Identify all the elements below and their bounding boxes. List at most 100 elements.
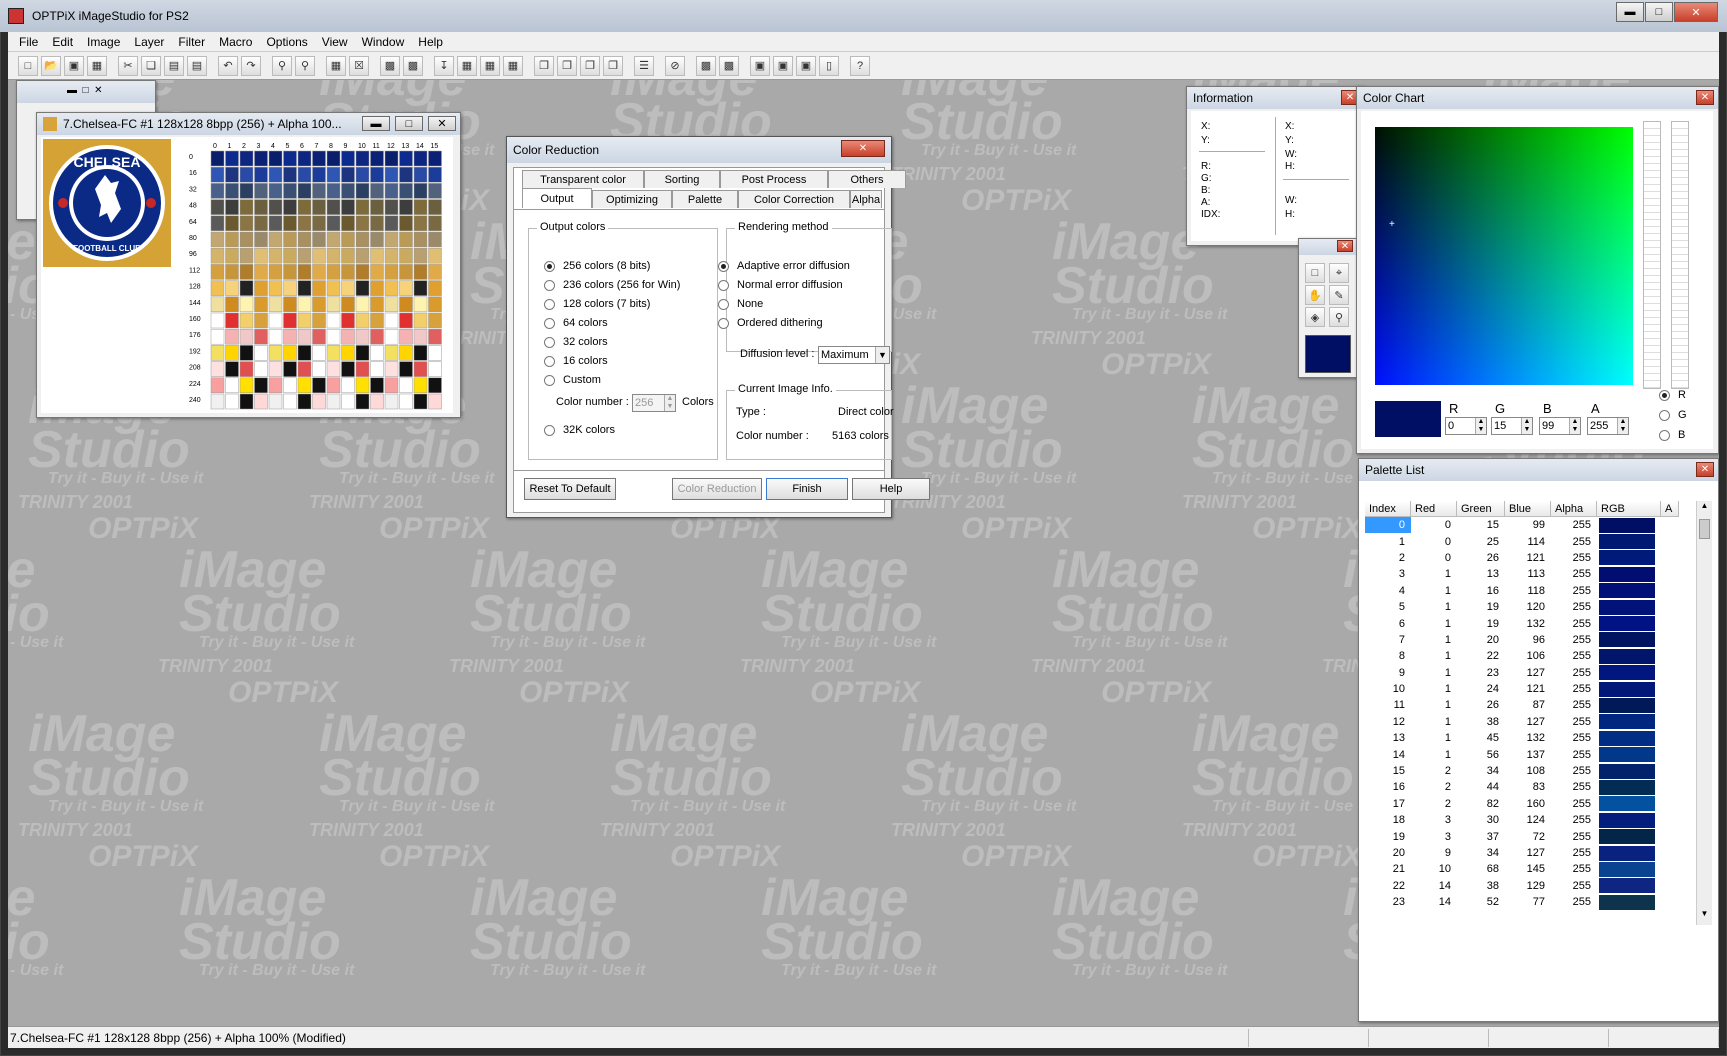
color-chart-input-g[interactable]: 15 ▲ ▼: [1491, 417, 1533, 435]
palette-cell[interactable]: [210, 361, 225, 377]
palette-cell[interactable]: [413, 377, 428, 394]
palette-cell-red[interactable]: 1: [1411, 615, 1457, 632]
color-picker-cursor[interactable]: +: [1389, 219, 1395, 230]
palette-cell-alpha[interactable]: 255: [1551, 828, 1597, 845]
palette-cell[interactable]: [225, 264, 239, 280]
palette-cell[interactable]: [283, 377, 297, 394]
radio-32k[interactable]: [544, 424, 555, 436]
palette-cell[interactable]: [254, 166, 268, 183]
palette-cell[interactable]: [225, 199, 239, 215]
palette-cell[interactable]: [326, 296, 341, 313]
radio-output-6[interactable]: [544, 374, 555, 386]
palette-cell-alpha[interactable]: 255: [1551, 680, 1597, 698]
palette-cell[interactable]: [225, 280, 239, 296]
table-row[interactable]: 22 14 38 129 255: [1365, 877, 1657, 894]
palette-cell-red[interactable]: 10: [1411, 861, 1457, 878]
image-maximize-button[interactable]: □: [395, 116, 423, 131]
palette-cell[interactable]: [384, 361, 399, 377]
palette-cell-green[interactable]: 23: [1457, 664, 1505, 681]
palette-cell[interactable]: [254, 280, 268, 296]
palette-cell-index[interactable]: 2: [1365, 549, 1411, 567]
table-row[interactable]: 17 2 82 160 255: [1365, 795, 1657, 813]
palette-cell[interactable]: [239, 247, 254, 264]
palette-cell-green[interactable]: 68: [1457, 861, 1505, 878]
palette-cell[interactable]: [341, 361, 355, 377]
option-output-5[interactable]: 16 colors: [544, 355, 608, 367]
palette-cell-green[interactable]: 13: [1457, 566, 1505, 583]
palette-cell-green[interactable]: 52: [1457, 893, 1505, 911]
palette-cell[interactable]: [225, 361, 239, 377]
device-icon[interactable]: ▯: [819, 55, 839, 76]
hand-icon[interactable]: ✋: [1305, 285, 1325, 305]
tools-close-button[interactable]: ✕: [1337, 240, 1353, 252]
palette-cell-red[interactable]: 3: [1411, 828, 1457, 845]
palette-cell[interactable]: [283, 215, 297, 232]
palette-cell[interactable]: [370, 183, 384, 199]
radio-output-1[interactable]: [544, 279, 555, 291]
menu-help[interactable]: Help: [411, 35, 450, 49]
palette-cell-alpha[interactable]: 255: [1551, 549, 1597, 567]
palette-cell-index[interactable]: 16: [1365, 779, 1411, 796]
table-row[interactable]: 16 2 44 83 255: [1365, 779, 1657, 796]
palette-cell[interactable]: [239, 377, 254, 394]
palette-cell[interactable]: [312, 296, 326, 313]
palette-cell[interactable]: [428, 247, 442, 264]
palette-cell[interactable]: [326, 361, 341, 377]
menu-image[interactable]: Image: [80, 35, 127, 49]
palette-cell[interactable]: [428, 150, 442, 167]
palette-cell[interactable]: [268, 393, 283, 410]
export3-icon[interactable]: ▦: [503, 55, 523, 76]
color-number-input[interactable]: 256 ▲ ▼: [632, 394, 676, 412]
color-chart-radio-r[interactable]: R: [1659, 389, 1686, 401]
palette-cell[interactable]: [210, 166, 225, 183]
palette-cell[interactable]: [399, 393, 413, 410]
palette-cell[interactable]: [341, 199, 355, 215]
palette-cell[interactable]: [413, 150, 428, 167]
palette-cell[interactable]: [428, 377, 442, 394]
palette-cell[interactable]: [210, 328, 225, 345]
layer-icon[interactable]: ▩: [380, 55, 400, 76]
palette-header-a[interactable]: A: [1661, 501, 1679, 517]
palette-cell[interactable]: [384, 199, 399, 215]
finish-button[interactable]: Finish: [766, 478, 848, 500]
palette-cell-index[interactable]: 19: [1365, 828, 1411, 845]
table-row[interactable]: 6 1 19 132 255: [1365, 615, 1657, 632]
palette-cell[interactable]: [355, 247, 370, 264]
palette-cell[interactable]: [428, 166, 442, 183]
palette-scrollbar[interactable]: ▲ ▼: [1696, 501, 1712, 925]
export-icon[interactable]: ▦: [457, 55, 477, 76]
palette-cell[interactable]: [355, 280, 370, 296]
palette-cell[interactable]: [225, 296, 239, 313]
palette-cell-index[interactable]: 11: [1365, 697, 1411, 714]
list-icon[interactable]: ☰: [634, 55, 654, 76]
palette-cell[interactable]: [384, 166, 399, 183]
palette-cell[interactable]: [312, 345, 326, 361]
palette-cell[interactable]: [399, 377, 413, 394]
palette-cell-green[interactable]: 22: [1457, 648, 1505, 665]
palette-cell[interactable]: [341, 264, 355, 280]
palette-header-blue[interactable]: Blue: [1505, 501, 1551, 517]
palette-cell[interactable]: [384, 247, 399, 264]
palette-cell[interactable]: [268, 231, 283, 248]
palette-cell[interactable]: [268, 312, 283, 329]
palette-cell[interactable]: [268, 280, 283, 296]
palette-cell[interactable]: [326, 264, 341, 280]
palette-cell[interactable]: [399, 280, 413, 296]
palette-header-alpha[interactable]: Alpha: [1551, 501, 1597, 517]
palette-cell[interactable]: [312, 377, 326, 394]
palette-cell[interactable]: [268, 166, 283, 183]
palette-header-red[interactable]: Red: [1411, 501, 1457, 517]
palette-cell-red[interactable]: 14: [1411, 877, 1457, 894]
palette-cell-blue[interactable]: 160: [1505, 795, 1551, 813]
palette-cell-green[interactable]: 44: [1457, 779, 1505, 796]
palette-cell-alpha[interactable]: 255: [1551, 566, 1597, 583]
palette-cell-red[interactable]: 1: [1411, 631, 1457, 649]
palette-cell[interactable]: [210, 231, 225, 248]
palette-cell[interactable]: [326, 377, 341, 394]
palette-cell[interactable]: [326, 199, 341, 215]
palette-cell[interactable]: [326, 312, 341, 329]
table-row[interactable]: 13 1 45 132 255: [1365, 730, 1657, 747]
palette-cell-index[interactable]: 23: [1365, 893, 1411, 911]
palette-cell-index[interactable]: 12: [1365, 713, 1411, 731]
palette-cell[interactable]: [384, 264, 399, 280]
